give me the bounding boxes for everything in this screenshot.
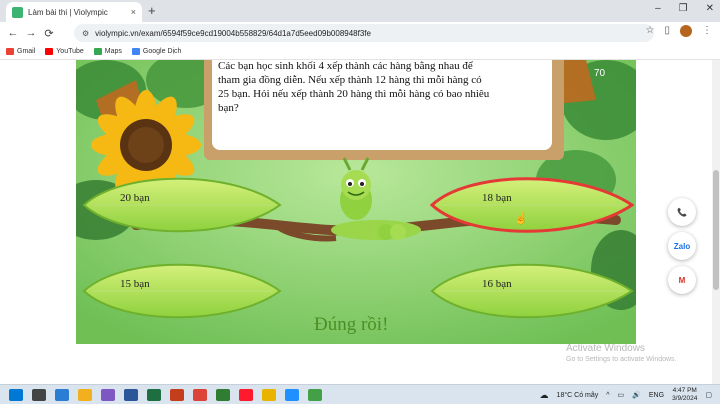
back-button[interactable]: ← [4,27,22,39]
score-value: 70 [594,68,606,79]
gmail-icon [6,48,14,55]
scrollbar-thumb[interactable] [713,170,719,290]
question-line: Các bạn học sinh khối 4 xếp thành các hà… [218,60,473,72]
zalo-app-icon[interactable] [285,388,299,401]
menu-icon[interactable]: ⋮ [702,25,712,37]
answer-option[interactable]: 20 bạn [82,170,282,240]
bookmark-label: Maps [104,48,122,55]
bookmark-maps[interactable]: Maps [93,48,122,55]
volume-icon[interactable]: 🔊 [632,391,641,399]
reload-button[interactable]: ⟳ [40,27,58,40]
bookmarks-bar: Gmail YouTube Maps Google Dịch [0,44,720,60]
weather-icon[interactable]: ☁ [540,390,549,401]
leaf-icon [430,177,634,233]
maps-app-icon[interactable] [262,388,276,401]
network-icon[interactable]: ▭ [618,391,625,399]
tab-title: Làm bài thi | Violympic [28,7,108,17]
leaf-icon [82,177,282,233]
notification-icon[interactable]: ▢ [705,391,712,399]
windows-activation-watermark: Activate Windows Go to Settings to activ… [566,343,677,363]
feedback-message: Đúng rồi! [314,314,389,335]
phone-icon: 📞 [677,207,687,217]
clock-time: 4:47 PM [672,387,697,394]
site-info-icon[interactable]: ⚙ [82,29,89,38]
clock[interactable]: 4:47 PM 3/9/2024 [672,387,697,403]
bookmark-gmail[interactable]: Gmail [6,48,35,55]
powerpoint-icon[interactable] [170,388,184,401]
answer-label: 15 bạn [120,278,150,290]
maps-icon [93,48,102,55]
start-icon[interactable] [9,388,23,401]
profile-avatar[interactable] [680,25,692,37]
phone-contact-button[interactable]: 📞 [668,198,696,226]
minimize-button[interactable]: – [655,3,661,14]
gmail-contact-button[interactable]: M [668,266,696,294]
side-panel-icon[interactable]: ▯ [664,25,670,37]
quiz-game-area: Các bạn học sinh khối 4 xếp thành các hà… [76,60,636,344]
zalo-icon: Zalo [673,241,691,251]
mouse-cursor-icon: ☝ [514,213,528,225]
excel-icon[interactable] [147,388,161,401]
address-bar-url: violympic.vn/exam/6594f59ce9cd19004b5588… [95,28,371,38]
maximize-button[interactable]: ❐ [679,3,688,14]
new-tab-button[interactable]: + [148,3,156,18]
browser-toolbar: ← → ⟳ ⚙ violympic.vn/exam/6594f59ce9cd19… [0,22,720,44]
bookmark-label: YouTube [56,48,84,55]
close-window-button[interactable]: ✕ [706,3,714,14]
page-content: Các bạn học sinh khối 4 xếp thành các hà… [0,60,720,384]
word-icon[interactable] [124,388,138,401]
bookmark-youtube[interactable]: YouTube [45,48,84,55]
bookmark-label: Google Dịch [142,48,182,55]
file-explorer-icon[interactable] [78,388,92,401]
bookmark-star-icon[interactable]: ☆ [646,25,655,37]
zalo-contact-button[interactable]: Zalo [668,232,696,260]
youtube-icon [45,48,54,55]
forward-button[interactable]: → [22,27,40,39]
toolbar-actions: ☆ ▯ ⋮ [646,25,712,37]
system-tray: ☁ 18°C Có mây ^ ▭ 🔊 ENG 4:47 PM 3/9/2024… [540,387,712,403]
bookmark-google-dich[interactable]: Google Dịch [131,48,182,55]
leaf-icon [82,263,282,319]
violympic-favicon-icon [12,6,23,18]
language-indicator[interactable]: ENG [649,392,664,399]
browser-titlebar: Làm bài thi | Violympic × + – ❐ ✕ [0,0,720,22]
answer-option-selected[interactable]: 18 bạn ☝ [430,170,634,240]
address-bar[interactable]: ⚙ violympic.vn/exam/6594f59ce9cd19004b55… [74,24,654,42]
app-icon[interactable] [308,388,322,401]
question-line: 25 bạn. Hỏi nếu xếp thành 20 hàng thì mỗ… [218,88,490,100]
task-view-icon[interactable] [32,388,46,401]
question-line: tham gia đồng diễn. Nếu xếp thành 12 hàn… [218,74,482,86]
tray-arrow-icon[interactable]: ^ [606,392,609,399]
translate-icon [131,48,140,55]
watermark-subtitle: Go to Settings to activate Windows. [566,356,677,363]
answer-label: 18 bạn [482,192,512,204]
answer-option[interactable]: 16 bạn [430,256,634,326]
store-icon[interactable] [101,388,115,401]
bookmark-label: Gmail [17,48,36,55]
opera-icon[interactable] [239,388,253,401]
tab-close-icon[interactable]: × [131,7,136,17]
question-line: bạn? [218,102,239,114]
answer-label: 16 bạn [482,278,512,290]
window-controls: – ❐ ✕ [655,3,714,14]
answer-label: 20 bạn [120,192,150,204]
page-scrollbar[interactable] [712,60,720,384]
edge-icon[interactable] [55,388,69,401]
clock-date: 3/9/2024 [672,395,698,402]
watermark-title: Activate Windows [566,343,645,354]
windows-taskbar: ☁ 18°C Có mây ^ ▭ 🔊 ENG 4:47 PM 3/9/2024… [0,384,720,404]
gmail-icon: M [678,275,686,285]
coccoc-icon[interactable] [216,388,230,401]
browser-tab[interactable]: Làm bài thi | Violympic × [6,2,142,22]
answer-option[interactable]: 15 bạn [82,256,282,326]
chrome-icon[interactable] [193,388,207,401]
leaf-icon [430,263,634,319]
weather-text: 18°C Có mây [556,391,599,399]
